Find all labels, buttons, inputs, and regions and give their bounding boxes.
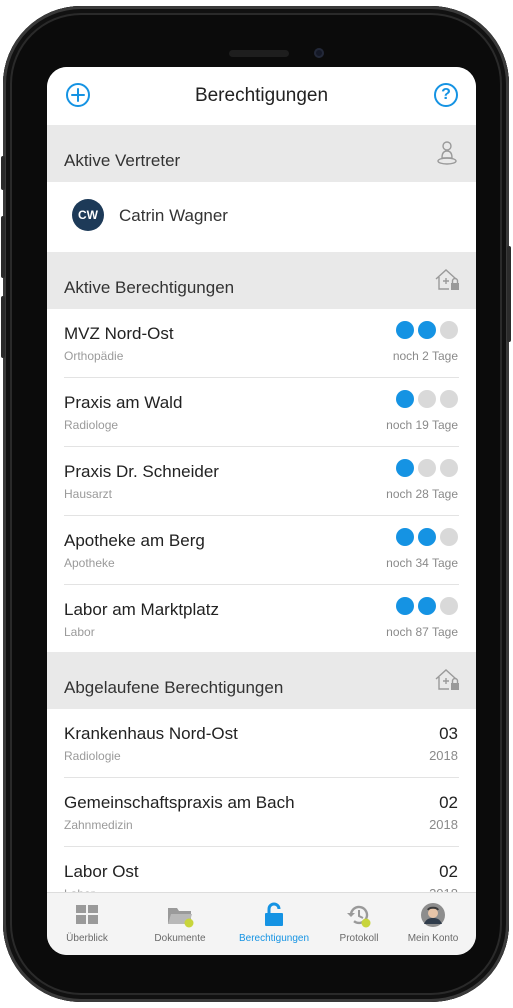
notification-dot: [361, 918, 371, 928]
permission-level-indicator: [396, 459, 458, 477]
permission-specialty: Radiologe: [64, 418, 119, 432]
permission-row[interactable]: Praxis Dr. Schneider Hausarzt noch 28 Tage: [47, 447, 476, 516]
level-dot-inactive: [418, 390, 436, 408]
person-pin-icon[interactable]: [433, 139, 461, 167]
unlock-icon: [265, 902, 283, 926]
tab-label: Mein Konto: [407, 933, 459, 944]
volume-up-button: [1, 216, 5, 278]
section-label: Aktive Berechtigungen: [64, 278, 235, 297]
permission-level-indicator: [396, 597, 458, 615]
level-dot-active: [396, 459, 414, 477]
expired-permission-row[interactable]: Gemeinschaftspraxis am Bach Zahnmedizin 02…: [47, 778, 476, 847]
power-button: [507, 246, 511, 342]
expiry-year: 2018: [429, 748, 458, 763]
permission-name: Labor am Marktplatz: [64, 600, 219, 619]
expired-permission-row[interactable]: Krankenhaus Nord-Ost Radiologie 03 2018: [47, 709, 476, 778]
permission-level-indicator: [396, 390, 458, 408]
level-dot-inactive: [418, 459, 436, 477]
level-dot-inactive: [440, 321, 458, 339]
level-dot-active: [396, 597, 414, 615]
grid-icon: [76, 905, 98, 924]
permission-name: Gemeinschaftspraxis am Bach: [64, 793, 295, 812]
level-dot-active: [396, 321, 414, 339]
tab-bar: Überblick Dokumente Berechtigungen Proto…: [47, 892, 476, 955]
permission-specialty: Zahnmedizin: [64, 818, 133, 832]
page-title: Berechtigungen: [194, 85, 329, 106]
tab-overview[interactable]: Überblick: [55, 893, 119, 955]
permission-specialty: Radiologie: [64, 749, 121, 763]
permission-specialty: Orthopädie: [64, 349, 124, 363]
level-dot-active: [396, 528, 414, 546]
level-dot-inactive: [440, 390, 458, 408]
mute-switch: [1, 156, 5, 190]
section-header-expired-permissions: Abgelaufene Berechtigungen: [47, 652, 476, 709]
volume-down-button: [1, 296, 5, 358]
expiry-month: 02: [439, 793, 458, 812]
permission-level-indicator: [396, 528, 458, 546]
permission-level-indicator: [396, 321, 458, 339]
avatar-icon: [421, 903, 445, 927]
level-dot-active: [396, 390, 414, 408]
level-dot-inactive: [440, 459, 458, 477]
permission-remaining: noch 34 Tage: [386, 556, 458, 570]
section-label: Aktive Vertreter: [64, 151, 181, 170]
permission-row[interactable]: Labor am Marktplatz Labor noch 87 Tage: [47, 585, 476, 654]
level-dot-active: [418, 597, 436, 615]
representative-name: Catrin Wagner: [119, 206, 228, 225]
permission-remaining: noch 2 Tage: [392, 349, 458, 363]
permission-remaining: noch 28 Tage: [386, 487, 458, 501]
tab-documents[interactable]: Dokumente: [142, 893, 218, 955]
expiry-year: 2018: [429, 817, 458, 832]
permission-name: Labor Ost: [64, 862, 139, 881]
permission-row[interactable]: Praxis am Wald Radiologe noch 19 Tage: [47, 378, 476, 447]
section-header-representatives: Aktive Vertreter: [47, 125, 476, 182]
permission-row[interactable]: Apotheke am Berg Apotheke noch 34 Tage: [47, 516, 476, 585]
navigation-bar: Berechtigungen ?: [47, 67, 476, 125]
level-dot-inactive: [440, 528, 458, 546]
permission-name: Praxis am Wald: [64, 393, 183, 412]
tab-protocol[interactable]: Protokoll: [329, 893, 389, 955]
expiry-month: 03: [439, 724, 458, 743]
tab-label: Dokumente: [154, 933, 206, 944]
help-icon[interactable]: ?: [434, 83, 458, 107]
representative-avatar: CW: [72, 199, 104, 231]
permission-specialty: Labor: [64, 625, 95, 639]
house-add-lock-icon[interactable]: [433, 666, 461, 694]
representative-row[interactable]: CW Catrin Wagner: [47, 182, 476, 252]
tab-label: Berechtigungen: [238, 933, 310, 944]
folder-icon: [168, 908, 194, 928]
section-header-active-permissions: Aktive Berechtigungen: [47, 252, 476, 309]
permission-name: Apotheke am Berg: [64, 531, 205, 550]
section-label: Abgelaufene Berechtigungen: [64, 678, 284, 697]
level-dot-active: [418, 321, 436, 339]
tab-my-account[interactable]: Mein Konto: [397, 893, 469, 955]
history-icon: [347, 905, 371, 928]
house-add-lock-icon[interactable]: [433, 266, 461, 294]
tab-permissions[interactable]: Berechtigungen: [227, 893, 321, 955]
level-dot-active: [418, 528, 436, 546]
speaker-grille: [229, 50, 289, 57]
permission-specialty: Apotheke: [64, 556, 115, 570]
permission-remaining: noch 87 Tage: [386, 625, 458, 639]
permission-specialty: Hausarzt: [64, 487, 113, 501]
expiry-month: 02: [439, 862, 458, 881]
app-screen: Berechtigungen ? Aktive Vertreter CW Cat…: [47, 67, 476, 955]
permission-name: Praxis Dr. Schneider: [64, 462, 219, 481]
notification-dot: [184, 918, 194, 928]
tab-label: Überblick: [66, 933, 108, 944]
permission-name: MVZ Nord-Ost: [64, 324, 174, 343]
permission-name: Krankenhaus Nord-Ost: [64, 724, 238, 743]
tab-label: Protokoll: [339, 933, 379, 944]
level-dot-inactive: [440, 597, 458, 615]
permission-remaining: noch 19 Tage: [386, 418, 458, 432]
permission-row[interactable]: MVZ Nord-Ost Orthopädie noch 2 Tage: [47, 309, 476, 378]
front-camera: [314, 48, 324, 58]
